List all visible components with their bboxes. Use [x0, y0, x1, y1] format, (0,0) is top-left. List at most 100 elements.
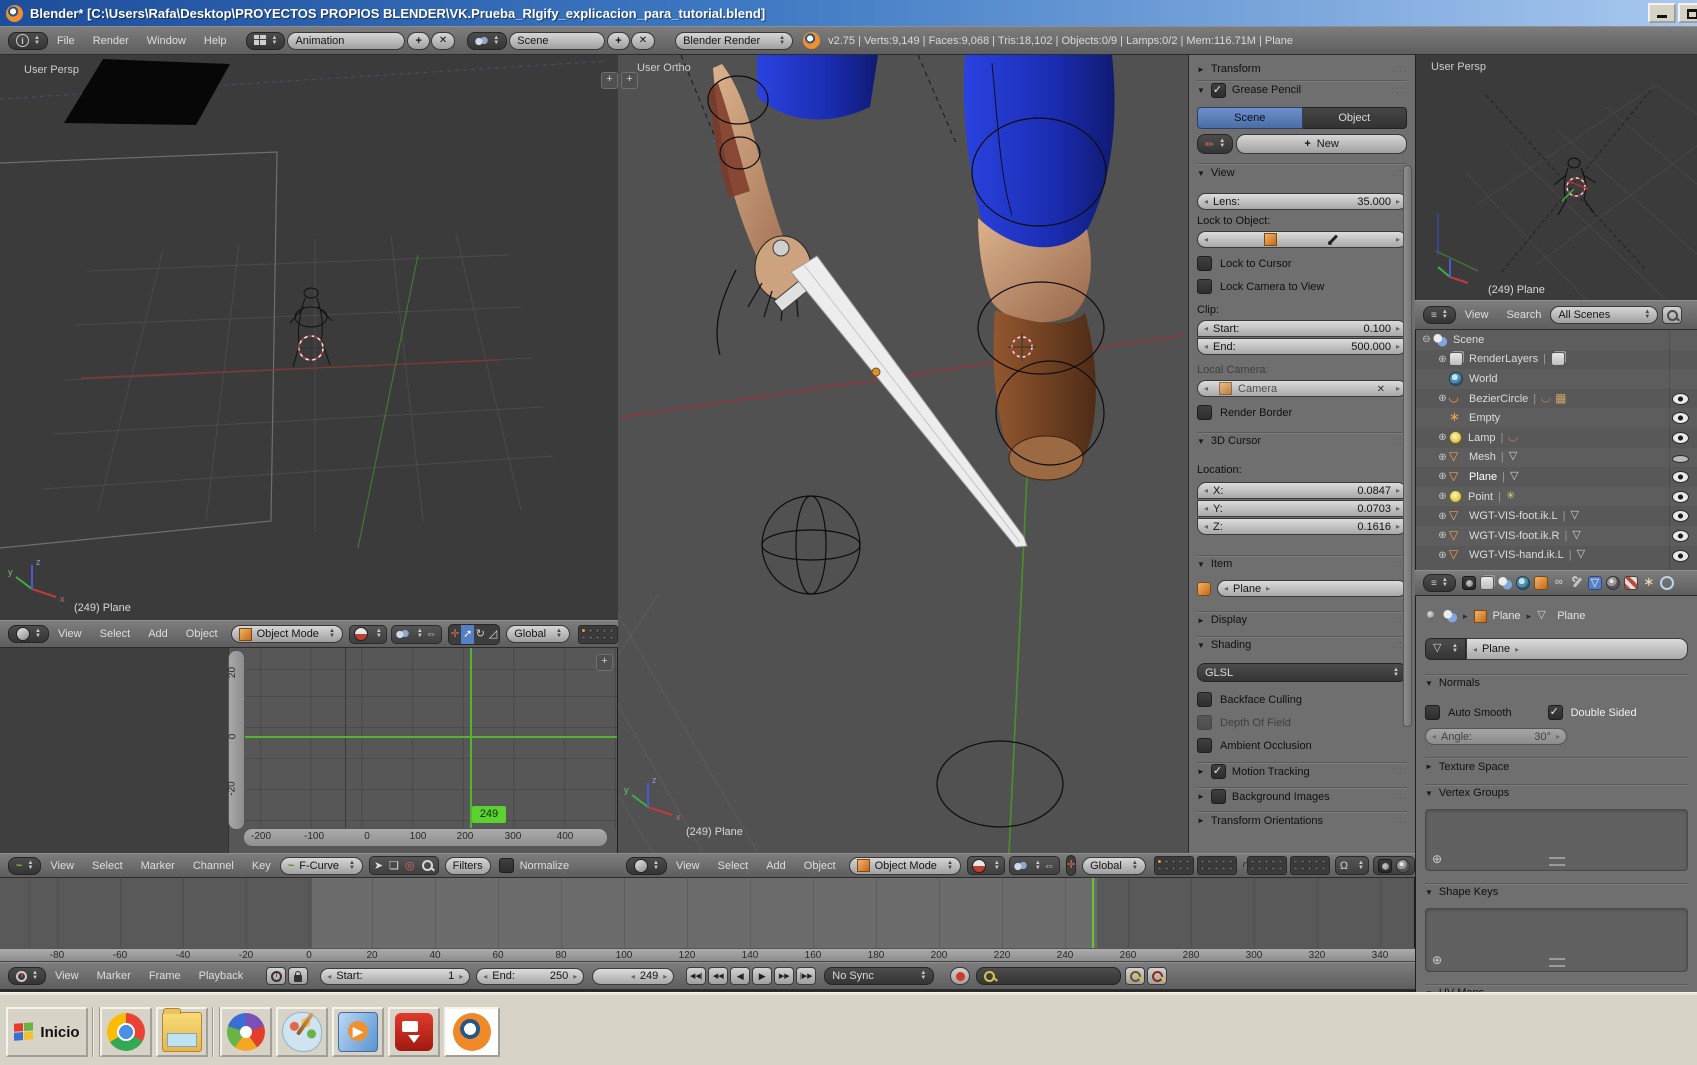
- graph-editor[interactable]: 249 20 0 -20 -200 -100 0 100 200 300 400: [0, 648, 618, 853]
- taskbar-picasa-button[interactable]: [220, 1007, 272, 1057]
- tl-menu-view[interactable]: View: [55, 970, 79, 982]
- panel-shape-keys[interactable]: Shape Keys: [1425, 883, 1688, 900]
- vpm-open-toolshelf-button[interactable]: [621, 72, 638, 89]
- record-button[interactable]: [950, 967, 970, 985]
- tab-modifiers-icon[interactable]: [1570, 576, 1584, 590]
- axis-icon[interactable]: ✛: [449, 625, 462, 644]
- tab-object[interactable]: Object: [1303, 107, 1408, 129]
- render-engine-select[interactable]: Blender Render: [675, 32, 793, 50]
- panel-uv-maps[interactable]: UV Maps: [1425, 984, 1688, 992]
- panel-background-images[interactable]: Background Images: [1197, 787, 1407, 805]
- outliner-row-wgt-foot-l[interactable]: ⊕WGT-VIS-foot.ik.L|: [1416, 506, 1697, 526]
- motion-tracking-checkbox[interactable]: [1211, 764, 1226, 779]
- visibility-eye-icon[interactable]: [1672, 432, 1689, 444]
- tab-world-icon[interactable]: [1516, 576, 1530, 590]
- tab-constraints-icon[interactable]: [1552, 576, 1566, 590]
- editor-type-outliner-button[interactable]: ≡: [1423, 306, 1456, 324]
- breadcrumb-data[interactable]: Plane: [1557, 610, 1585, 622]
- add-layout-button[interactable]: [407, 32, 429, 50]
- vpl-layers[interactable]: [578, 625, 618, 644]
- graph-mode-select[interactable]: ~F-Curve: [280, 857, 363, 875]
- tab-texture-icon[interactable]: [1624, 576, 1638, 590]
- render-border-checkbox[interactable]: [1197, 405, 1212, 420]
- snap-cluster[interactable]: Ω: [1335, 856, 1369, 875]
- smooth-angle-slider[interactable]: Angle:30°: [1425, 728, 1567, 745]
- clip-end-slider[interactable]: End:500.000: [1197, 338, 1407, 355]
- vpm-mode-select[interactable]: Object Mode: [849, 857, 961, 875]
- vpm-layers-b[interactable]: [1197, 856, 1237, 875]
- render-view-buttons[interactable]: [1373, 856, 1415, 875]
- outliner-row-wgt-foot-r[interactable]: ⊕WGT-VIS-foot.ik.R|: [1416, 526, 1697, 546]
- lock-camera-checkbox[interactable]: [1197, 279, 1212, 294]
- visibility-eye-icon[interactable]: [1672, 510, 1689, 522]
- graph-filters-button[interactable]: Filters: [445, 857, 491, 875]
- outliner-row-wgt-hand-l[interactable]: ⊕WGT-VIS-hand.ik.L|: [1416, 546, 1697, 566]
- next-keyframe-button[interactable]: ▶▶: [774, 967, 794, 985]
- viewport-mid[interactable]: x y z User Ortho (249) Plane: [618, 55, 1188, 853]
- graph-current-frame-line[interactable]: [470, 648, 472, 830]
- graph-y-ruler[interactable]: 20 0 -20: [228, 650, 245, 830]
- prev-keyframe-button[interactable]: ◀◀: [708, 967, 728, 985]
- add-vertex-group-icon[interactable]: [1432, 852, 1442, 866]
- cursor-icon[interactable]: ➤: [374, 859, 383, 872]
- taskbar-explorer-button[interactable]: [156, 1007, 208, 1057]
- cursor-x-slider[interactable]: X:0.0847: [1197, 482, 1407, 499]
- translate-icon[interactable]: ➚: [461, 625, 474, 644]
- vpm-manipulators[interactable]: ✛ ➚ ↻ ◿: [1066, 855, 1076, 876]
- graph-menu-key[interactable]: Key: [252, 860, 271, 872]
- outliner-scope-select[interactable]: All Scenes: [1550, 306, 1658, 324]
- breadcrumb-object[interactable]: Plane: [1493, 610, 1521, 622]
- graph-x-ruler[interactable]: -200 -100 0 100 200 300 400: [243, 828, 608, 847]
- outliner-menu-search[interactable]: Search: [1506, 309, 1541, 321]
- vpl-shading-select[interactable]: [349, 625, 387, 644]
- tab-object-data-icon-active[interactable]: [1588, 576, 1602, 590]
- insert-keyframe-button[interactable]: [1125, 967, 1145, 985]
- vpl-manipulators[interactable]: ✛ ➚ ↻ ◿: [448, 624, 500, 645]
- rotate-icon[interactable]: ↻: [474, 625, 487, 644]
- timeline-body[interactable]: [0, 878, 1415, 948]
- npanel-scrollbar[interactable]: [1403, 165, 1412, 727]
- vpl-menu-select[interactable]: Select: [100, 628, 131, 640]
- visibility-eye-icon[interactable]: [1672, 393, 1689, 405]
- panel-transform[interactable]: Transform: [1197, 60, 1407, 78]
- editor-type-timeline-button[interactable]: [8, 967, 46, 985]
- graph-menu-select[interactable]: Select: [92, 860, 123, 872]
- clip-start-slider[interactable]: Start:0.100: [1197, 320, 1407, 337]
- menu-help[interactable]: Help: [204, 35, 227, 47]
- current-frame-field[interactable]: 249: [592, 968, 674, 985]
- panel-motion-tracking[interactable]: Motion Tracking: [1197, 762, 1407, 780]
- play-button[interactable]: ▶: [752, 967, 772, 985]
- vpm-layers-a[interactable]: [1154, 856, 1194, 875]
- vpm-orientation-select[interactable]: Global: [1082, 857, 1146, 875]
- editor-type-info-button[interactable]: i: [8, 32, 48, 50]
- tl-menu-playback[interactable]: Playback: [199, 970, 244, 982]
- eyedropper-icon[interactable]: [1327, 233, 1340, 246]
- visibility-eye-icon[interactable]: [1672, 550, 1689, 562]
- delete-keyframe-button[interactable]: [1147, 967, 1167, 985]
- outliner-row-scene[interactable]: ⊖Scene: [1416, 330, 1697, 350]
- vpm-menu-object[interactable]: Object: [804, 860, 836, 872]
- outliner-row-empty[interactable]: Empty: [1416, 408, 1697, 428]
- tab-particles-icon[interactable]: [1642, 576, 1656, 590]
- vpl-menu-view[interactable]: View: [58, 628, 82, 640]
- preview-range-button[interactable]: [266, 967, 286, 985]
- local-camera-field[interactable]: Camera: [1197, 380, 1407, 397]
- resize-grip-icon[interactable]: [1549, 857, 1565, 866]
- graph-tool-icons[interactable]: ➤ ❏ ◎: [369, 856, 439, 875]
- graph-menu-channel[interactable]: Channel: [193, 860, 234, 872]
- jump-start-button[interactable]: ◀◀|: [686, 967, 706, 985]
- vpl-menu-add[interactable]: Add: [148, 628, 168, 640]
- frame-end-slider[interactable]: End:250: [476, 968, 584, 985]
- panel-vertex-groups[interactable]: Vertex Groups: [1425, 784, 1688, 801]
- scale-icon[interactable]: ◿: [487, 625, 500, 644]
- vpm-shading-select[interactable]: [967, 856, 1005, 875]
- menu-file[interactable]: File: [57, 35, 75, 47]
- vpm-menu-select[interactable]: Select: [718, 860, 749, 872]
- editor-type-properties-button[interactable]: ≡: [1423, 574, 1456, 592]
- viewport-small[interactable]: User Persp (249) Plane: [1415, 55, 1697, 300]
- close-scene-button[interactable]: [631, 32, 655, 50]
- grease-pencil-checkbox[interactable]: [1211, 83, 1226, 98]
- taskbar-chrome-button[interactable]: [100, 1007, 152, 1057]
- keying-set-field[interactable]: [976, 967, 1121, 985]
- panel-view[interactable]: View: [1197, 163, 1407, 182]
